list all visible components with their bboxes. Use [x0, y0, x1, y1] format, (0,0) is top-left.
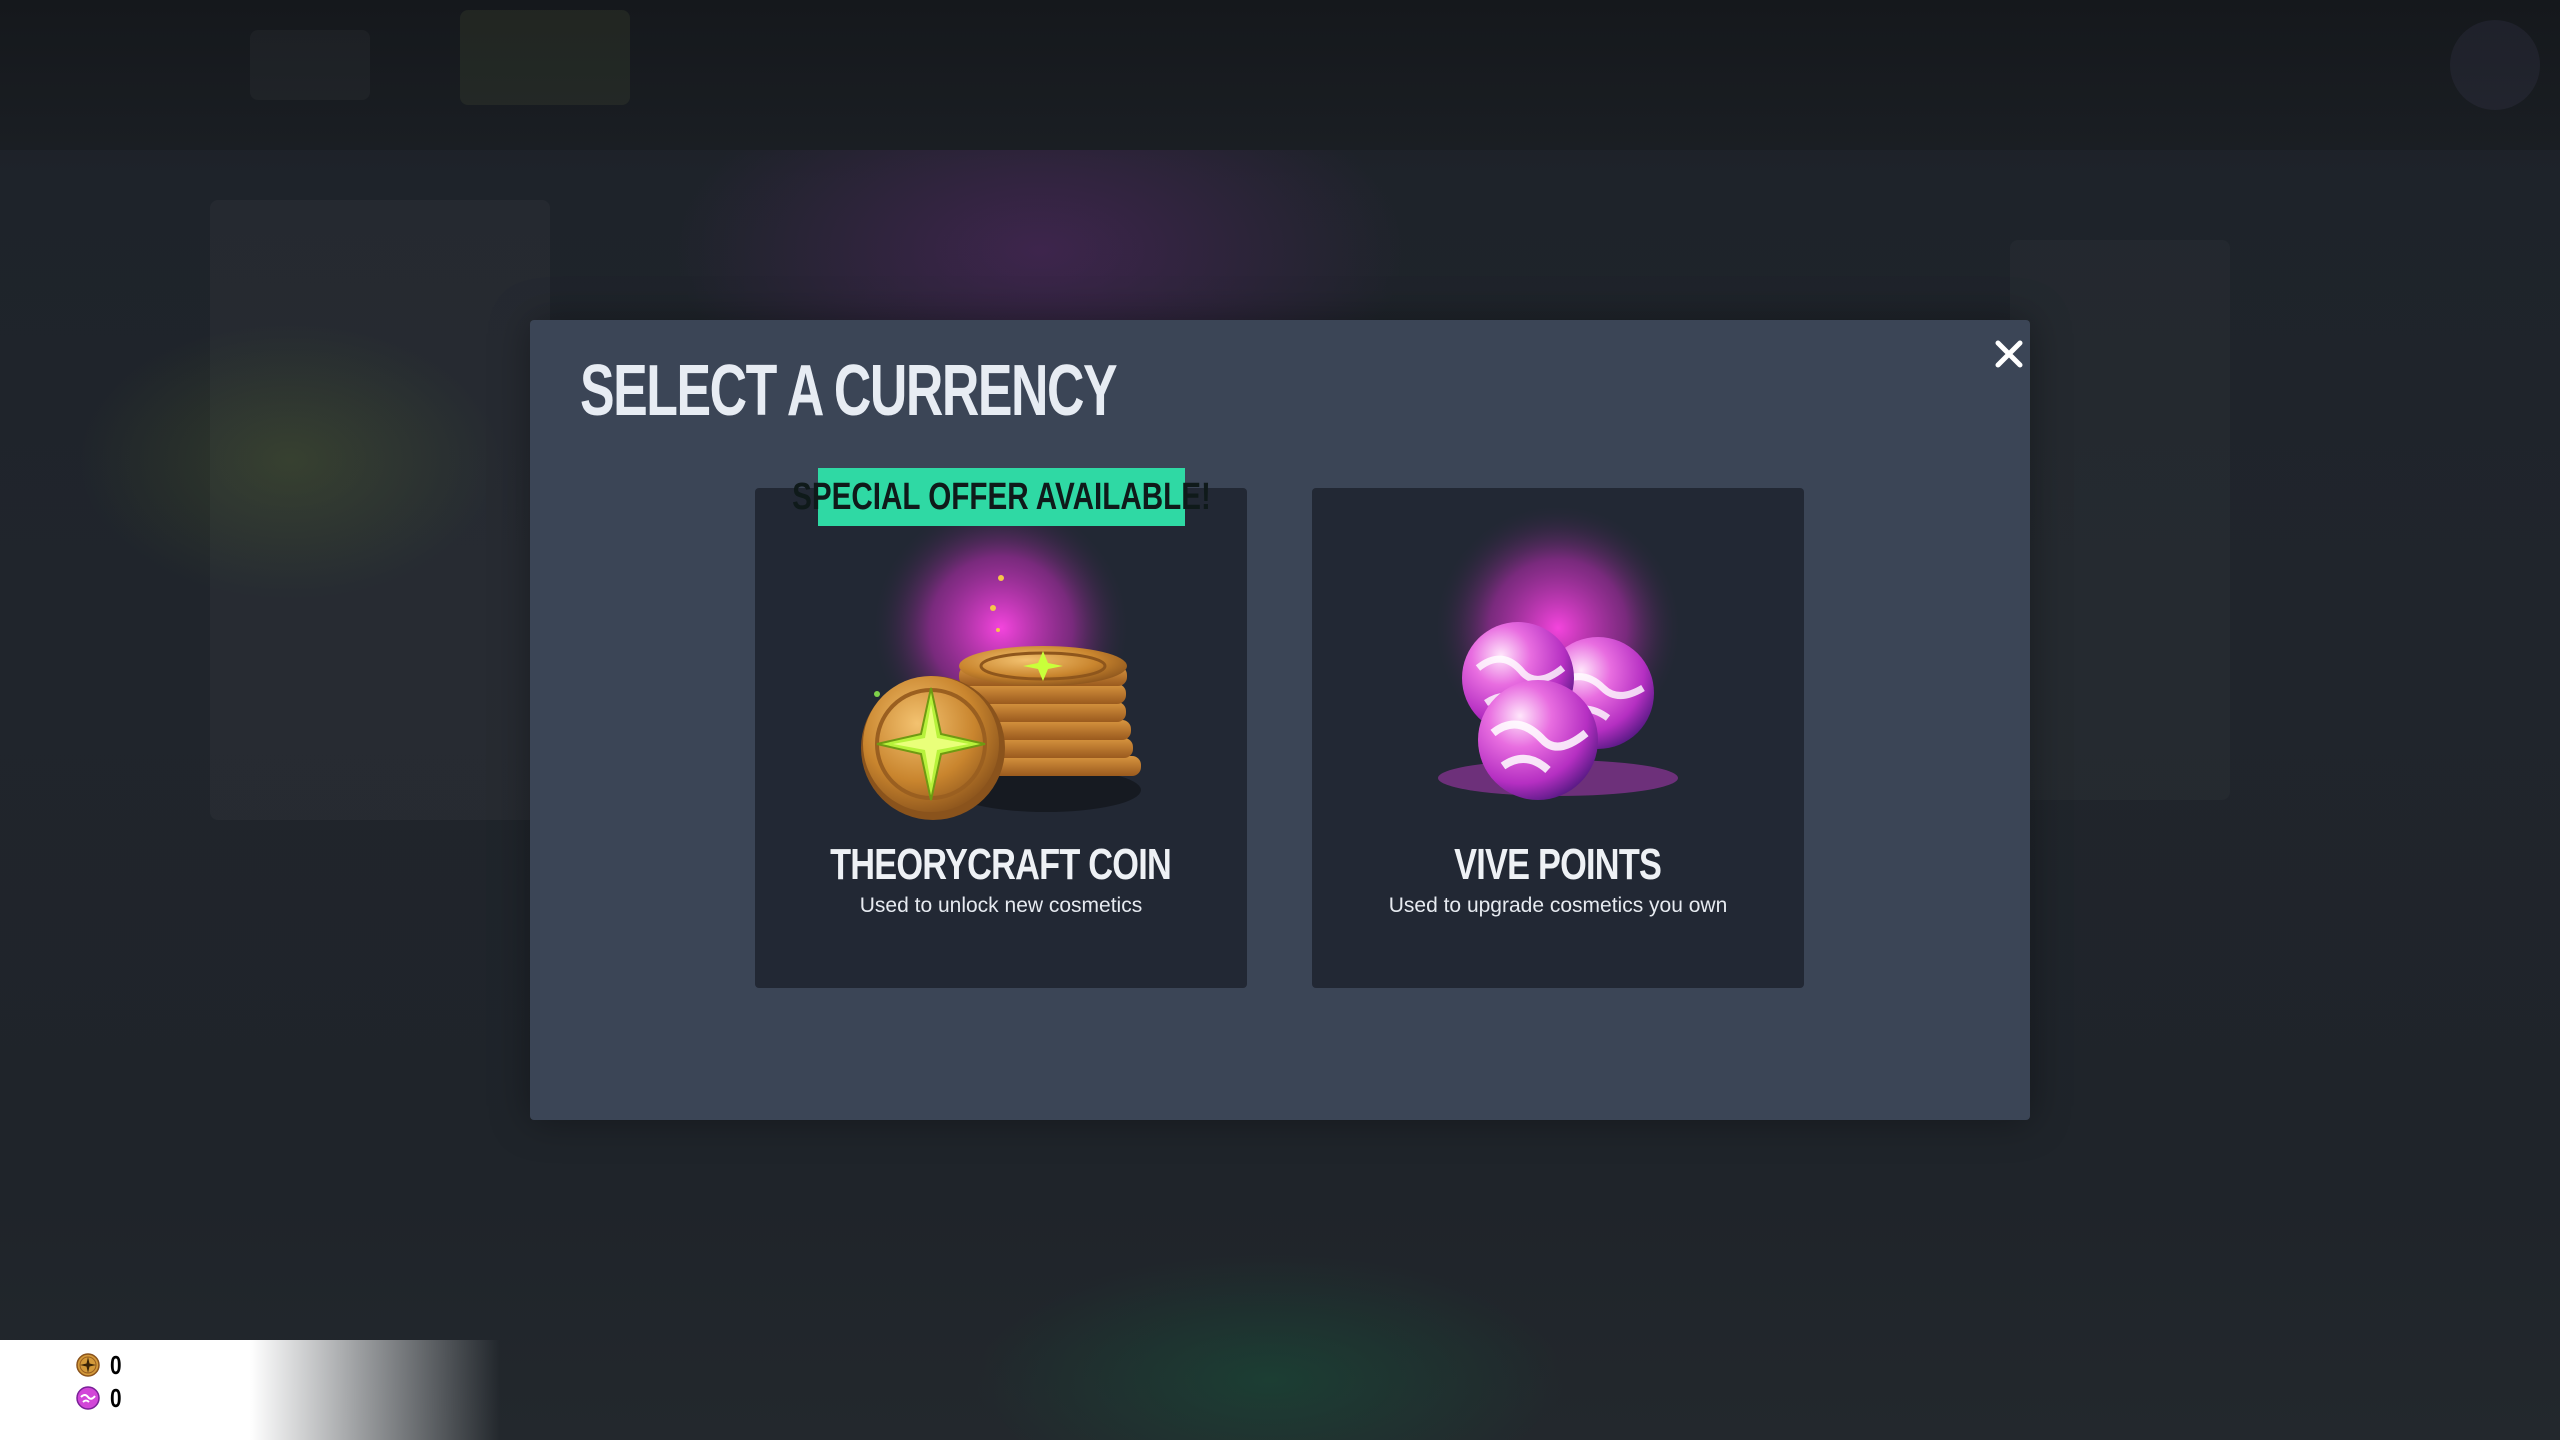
select-currency-modal: SELECT A CURRENCY SPECIAL OFFER AVAILABL…: [530, 320, 2030, 1120]
vive-balance: 0: [110, 1382, 122, 1413]
coin-balance: 0: [110, 1349, 122, 1380]
currency-wallet: 0 0: [0, 1340, 500, 1440]
card-title: VIVE POINTS: [1312, 840, 1804, 890]
theorycraft-coin-card[interactable]: SPECIAL OFFER AVAILABLE! THEORYCRAFT COI…: [755, 468, 1247, 988]
wallet-coin-row: 0: [76, 1350, 124, 1380]
card-description: Used to upgrade cosmetics you own: [1388, 894, 1728, 917]
wallet-vive-row: 0: [76, 1383, 124, 1413]
theorycraft-coin-icon: [76, 1353, 100, 1377]
background-panel-blur: [2010, 240, 2230, 800]
vive-points-card[interactable]: VIVE POINTS Used to upgrade cosmetics yo…: [1312, 488, 1804, 988]
vive-points-orbs-icon: [1408, 503, 1708, 838]
background-tab-blur: [250, 30, 370, 100]
background-tab-blur: [460, 10, 630, 105]
background-panel-blur: [210, 200, 550, 820]
card-title: THEORYCRAFT COIN: [755, 840, 1247, 890]
background-top-bar: [0, 0, 2560, 150]
card-description: Used to unlock new cosmetics: [859, 894, 1143, 917]
vive-points-icon: [76, 1386, 100, 1410]
background-avatar-blur: [2450, 20, 2540, 110]
close-button[interactable]: [1985, 330, 2033, 378]
special-offer-label: SPECIAL OFFER AVAILABLE!: [792, 475, 1211, 518]
modal-title: SELECT A CURRENCY: [580, 351, 1118, 431]
theorycraft-coin-stack-icon: [851, 498, 1151, 838]
close-icon: [1995, 340, 2023, 368]
vive-points-title: VIVE POINTS: [1454, 840, 1663, 889]
theorycraft-coin-title: THEORYCRAFT COIN: [830, 840, 1173, 889]
special-offer-badge: SPECIAL OFFER AVAILABLE!: [792, 468, 1211, 526]
